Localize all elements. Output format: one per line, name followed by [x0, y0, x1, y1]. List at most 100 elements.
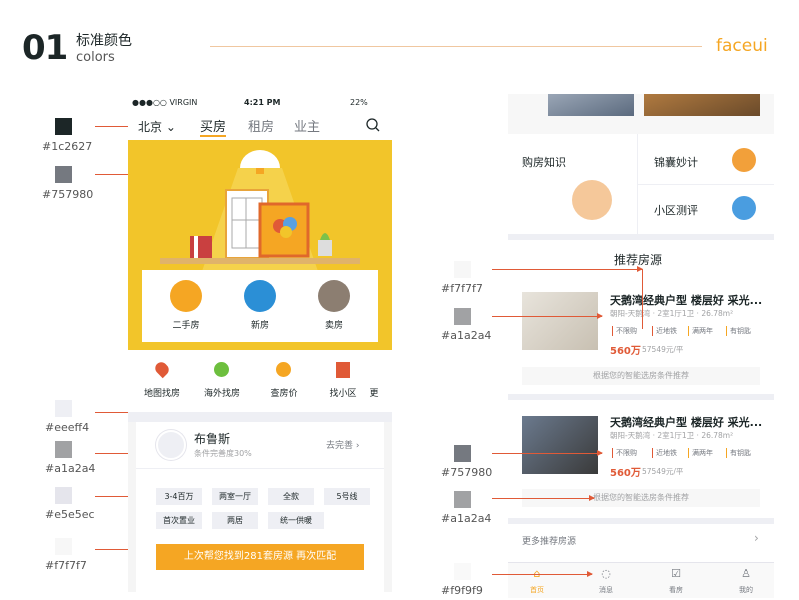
tab-home[interactable]: 首页	[522, 585, 552, 595]
rematch-button[interactable]: 上次帮您找到281套房源 再次匹配	[156, 544, 364, 570]
listing-unit-price: 57549元/平	[642, 467, 684, 476]
tag: 近地铁	[652, 448, 677, 458]
tile-evaluate[interactable]: 小区测评	[654, 202, 698, 218]
divider	[508, 518, 774, 524]
city-label: 北京	[138, 120, 163, 134]
tile-knowledge[interactable]: 购房知识	[522, 154, 566, 170]
recommend-hint[interactable]: 根据您的智能选房条件推荐	[522, 367, 760, 385]
swatch-label: #f7f7f7	[45, 559, 87, 572]
divider	[136, 468, 384, 469]
section-number: 01	[22, 28, 68, 68]
category-secondhand[interactable]: 二手房	[161, 318, 211, 331]
category-sell[interactable]: 卖房	[309, 318, 359, 331]
quick-overseas[interactable]: 海外找房	[197, 386, 247, 399]
listing-title[interactable]: 天鹅湾经典户型 楼层好 采光...	[610, 414, 762, 430]
swatch-label: #1c2627	[42, 140, 93, 153]
tab-rent[interactable]: 租房	[248, 116, 274, 135]
search-icon[interactable]	[366, 118, 380, 132]
swatch-label: #a1a2a4	[45, 462, 96, 475]
tag: 满两年	[688, 326, 713, 336]
chip-first-home[interactable]: 首次置业	[156, 512, 202, 529]
tiles: 购房知识 锦囊妙计 小区测评	[508, 134, 774, 234]
chip-two-room[interactable]: 两居	[212, 512, 258, 529]
swatch-label: #757980	[441, 466, 493, 479]
section-title-en: colors	[76, 50, 115, 65]
price-search-icon[interactable]	[276, 362, 291, 377]
swatch-e5e5ec	[55, 487, 72, 504]
divider	[638, 184, 774, 185]
listing-title[interactable]: 天鹅湾经典户型 楼层好 采光...	[610, 292, 762, 308]
secondhand-icon[interactable]	[170, 280, 202, 312]
divider	[508, 394, 774, 400]
map-pin-icon[interactable]	[152, 359, 172, 379]
divider	[128, 412, 392, 422]
tag: 有钥匙	[726, 326, 751, 336]
divider	[508, 234, 774, 240]
status-time: 4:21 PM	[244, 98, 281, 107]
viewing-icon[interactable]: ☑	[666, 567, 686, 580]
new-home-icon[interactable]	[244, 280, 276, 312]
tab-message[interactable]: 消息	[591, 585, 621, 595]
swatch-label: #757980	[42, 188, 94, 201]
quick-more[interactable]: 更	[364, 386, 384, 399]
more-listings-link[interactable]: 更多推荐房源	[522, 534, 576, 547]
sell-icon[interactable]	[318, 280, 350, 312]
tag: 有钥匙	[726, 448, 751, 458]
building-photo	[644, 94, 760, 116]
chip-budget[interactable]: 3-4百万	[156, 488, 202, 505]
building-icon[interactable]	[336, 362, 350, 378]
swatch-a1a2a4	[454, 491, 471, 508]
tag: 不限购	[612, 326, 637, 336]
quick-map[interactable]: 地图找房	[137, 386, 187, 399]
category-new[interactable]: 新房	[235, 318, 285, 331]
listing-unit-price: 57549元/平	[642, 345, 684, 354]
tab-owner[interactable]: 业主	[294, 116, 320, 135]
pointer-line	[642, 269, 643, 329]
pointer-arrow	[492, 571, 593, 577]
listing-price: 560万	[610, 468, 641, 479]
quick-community[interactable]: 找小区	[318, 386, 368, 399]
profile-name: 布鲁斯	[194, 432, 231, 446]
globe-icon[interactable]	[214, 362, 229, 377]
swatch-a1a2a4	[55, 441, 72, 458]
listing-photo[interactable]	[522, 292, 598, 350]
chevron-right-icon[interactable]: ›	[754, 531, 759, 545]
listing-photo[interactable]	[522, 416, 598, 474]
avatar[interactable]	[156, 430, 186, 460]
swatch-label: #f9f9f9	[441, 584, 483, 597]
tile-tips[interactable]: 锦囊妙计	[654, 154, 698, 170]
quick-entry-row: 地图找房 海外找房 查房价 找小区 更	[128, 350, 392, 412]
profile-icon[interactable]: ♙	[736, 567, 756, 580]
complete-label: 去完善	[326, 441, 354, 451]
city-selector[interactable]: 北京 ⌄	[138, 118, 176, 135]
swatch-a1a2a4	[454, 308, 471, 325]
chip-payment[interactable]: 全款	[268, 488, 314, 505]
status-carrier: ●●●○○ VIRGIN	[132, 98, 198, 107]
category-card: 二手房 新房 卖房	[142, 270, 378, 342]
tag: 满两年	[688, 448, 713, 458]
quick-price[interactable]: 查房价	[259, 386, 309, 399]
swatch-757980	[454, 445, 471, 462]
pointer-arrow	[492, 450, 603, 456]
profile-completeness: 条件完善度30%	[194, 449, 252, 458]
listing-price: 560万	[610, 346, 641, 357]
tag: 近地铁	[652, 326, 677, 336]
building-photo	[548, 94, 634, 116]
chip-heating[interactable]: 统一供暖	[268, 512, 324, 529]
message-icon[interactable]: ◌	[596, 567, 616, 580]
pointer-arrow	[492, 495, 595, 501]
community-icon	[732, 196, 756, 220]
brand-name: faceui	[716, 36, 768, 56]
avatar-illustration	[572, 180, 612, 220]
tab-profile[interactable]: 我的	[731, 585, 761, 595]
section-title-cn: 标准颜色	[76, 33, 132, 49]
complete-profile-link[interactable]: 去完善 ›	[326, 438, 359, 451]
tab-viewing[interactable]: 看房	[661, 585, 691, 595]
tab-buy[interactable]: 买房	[200, 116, 227, 137]
swatch-1c2627	[55, 118, 72, 135]
swatch-label: #a1a2a4	[441, 329, 492, 342]
tab-bar: ⌂ 首页 ◌ 消息 ☑ 看房 ♙ 我的	[508, 562, 774, 598]
listing-sub: 朝阳-天鹅湾 · 2室1厅1卫 · 26.78m²	[610, 431, 734, 440]
chip-layout[interactable]: 两室一厅	[212, 488, 258, 505]
chip-metro[interactable]: 5号线	[324, 488, 370, 505]
